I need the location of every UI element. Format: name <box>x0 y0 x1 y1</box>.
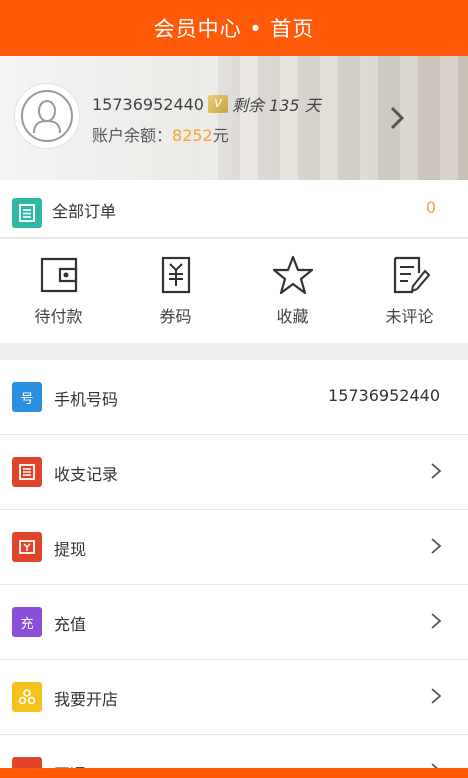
list-item-phone[interactable]: 号 手机号码 15736952440 <box>0 360 468 435</box>
list-item-label: 提现 <box>54 540 87 559</box>
order-type-label: 券码 <box>159 307 192 326</box>
all-orders-count: 0 <box>425 198 436 217</box>
balance-line: 账户余额：8252元 <box>92 122 229 146</box>
order-type-coupon[interactable]: 券码 <box>117 239 234 343</box>
list-item-label: 充值 <box>54 615 87 634</box>
phone-value: 15736952440 <box>328 386 440 405</box>
balance-value: 8252 <box>172 126 213 145</box>
vip-icon: V <box>207 95 228 113</box>
records-icon <box>12 457 42 487</box>
header-bar: 会员中心 • 首页 <box>0 0 468 56</box>
star-icon <box>272 255 314 295</box>
menu-list: 号 手机号码 15736952440 收支记录 提现 充 充值 我要开店 开通v… <box>0 360 468 778</box>
list-item-records[interactable]: 收支记录 <box>0 435 468 510</box>
list-item-label: 收支记录 <box>54 465 119 484</box>
shop-icon <box>12 682 42 712</box>
withdraw-icon <box>12 532 42 562</box>
profile-phone-line: 15736952440 V 剩余 135 天 <box>92 92 321 116</box>
chevron-right-icon <box>431 463 442 479</box>
list-item-withdraw[interactable]: 提现 <box>0 510 468 585</box>
all-orders-row[interactable]: 全部订单 0 <box>0 180 468 238</box>
profile-card[interactable]: 15736952440 V 剩余 135 天 账户余额：8252元 <box>0 56 468 180</box>
chevron-right-icon <box>431 538 442 554</box>
chevron-right-icon <box>431 688 442 704</box>
coupon-icon <box>161 256 191 294</box>
wallet-icon <box>40 257 78 293</box>
page-title: 会员中心 • 首页 <box>153 17 315 41</box>
order-type-pending-payment[interactable]: 待付款 <box>0 239 117 343</box>
order-type-label: 未评论 <box>385 307 434 326</box>
list-item-open-shop[interactable]: 我要开店 <box>0 660 468 735</box>
user-icon <box>33 100 61 133</box>
order-type-favorites[interactable]: 收藏 <box>234 239 351 343</box>
all-orders-label: 全部订单 <box>52 202 117 221</box>
list-item-recharge[interactable]: 充 充值 <box>0 585 468 660</box>
order-type-label: 待付款 <box>34 307 83 326</box>
chevron-right-icon <box>431 613 442 629</box>
review-icon <box>393 256 431 294</box>
order-types: 待付款 券码 收藏 未评论 <box>0 239 468 343</box>
vip-remaining: 剩余 135 天 <box>231 96 321 115</box>
orders-icon <box>12 198 42 228</box>
balance-unit: 元 <box>212 126 229 145</box>
order-type-label: 收藏 <box>276 307 309 326</box>
phone-number-icon: 号 <box>12 382 42 412</box>
avatar[interactable] <box>15 84 79 148</box>
balance-label: 账户余额： <box>92 126 173 145</box>
order-type-unreviewed[interactable]: 未评论 <box>351 239 468 343</box>
list-item-label: 我要开店 <box>54 690 119 709</box>
recharge-icon: 充 <box>12 607 42 637</box>
bottom-nav-bar <box>0 768 468 778</box>
chevron-right-icon[interactable] <box>386 104 408 132</box>
list-item-label: 手机号码 <box>54 390 119 409</box>
profile-phone: 15736952440 <box>92 94 204 114</box>
